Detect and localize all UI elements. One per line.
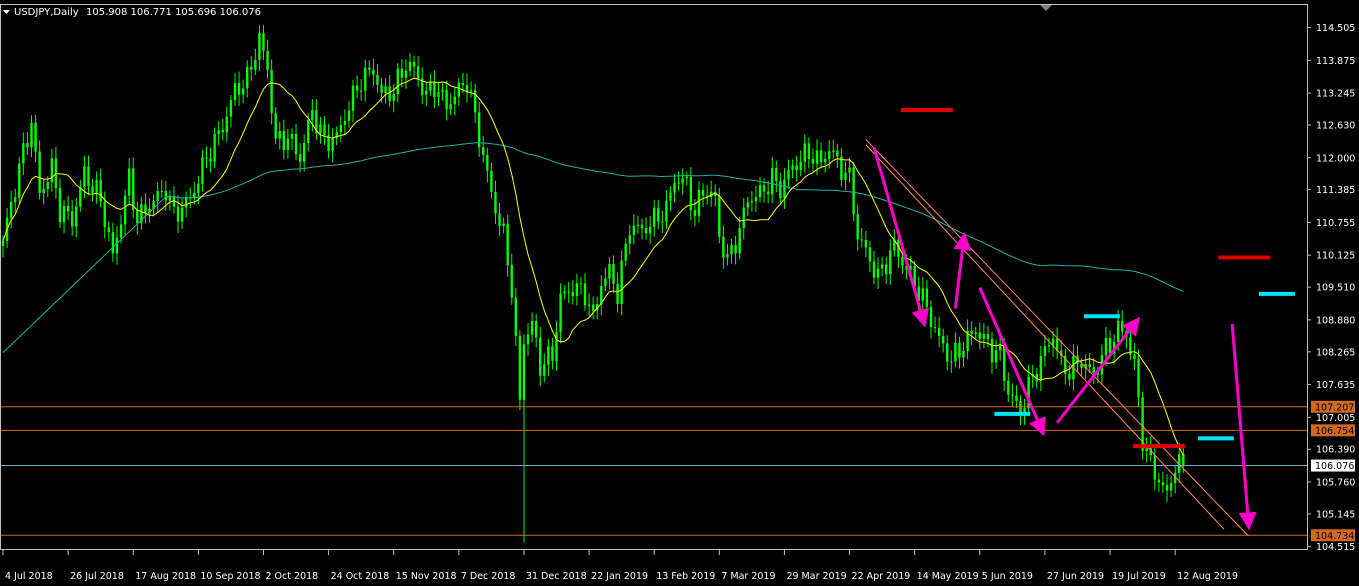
price-tick-label: 107.635 <box>1316 380 1355 391</box>
price-tick-label: 109.510 <box>1316 283 1355 294</box>
price-tick-label: 108.880 <box>1316 315 1355 326</box>
price-tick-label: 106.390 <box>1316 445 1355 456</box>
time-tick-label: 10 Sep 2018 <box>200 571 260 582</box>
level-price-tag: 106.754 <box>1311 424 1355 437</box>
candle <box>18 156 21 205</box>
candle <box>852 162 855 222</box>
chart-window[interactable]: 114.505 113.875 113.245 112.630 112.000 111.3… <box>0 0 1359 586</box>
chart-canvas[interactable]: 114.505 113.875 113.245 112.630 112.000 111.3… <box>0 0 1359 586</box>
price-tick-label: 110.755 <box>1316 218 1355 229</box>
time-tick-label: 17 Aug 2018 <box>135 571 196 582</box>
price-tick-label: 112.000 <box>1316 153 1355 164</box>
time-tick-label: 14 May 2019 <box>917 571 979 582</box>
candle <box>518 330 522 411</box>
time-tick-label: 5 Jun 2019 <box>982 571 1033 582</box>
time-tick-label: 24 Oct 2018 <box>331 571 390 582</box>
price-tick-label: 114.505 <box>1316 23 1355 34</box>
symbol-title: USDJPY,Daily <box>14 7 79 18</box>
level-price-tag: 104.734 <box>1311 529 1355 542</box>
symbol-header: USDJPY,Daily 105.908 106.771 105.696 106… <box>3 7 261 18</box>
price-tick-label: 113.245 <box>1316 89 1355 100</box>
time-tick-label: 22 Apr 2019 <box>852 571 911 582</box>
time-tick-label: 31 Dec 2018 <box>526 571 587 582</box>
time-tick-label: 13 Feb 2019 <box>656 571 715 582</box>
price-tick-label: 113.875 <box>1316 56 1355 67</box>
price-tick-label: 105.760 <box>1316 477 1355 488</box>
ohlc-readout: 105.908 106.771 105.696 106.076 <box>86 7 261 18</box>
price-tick-label: 111.385 <box>1316 185 1355 196</box>
time-tick-label: 12 Aug 2019 <box>1177 571 1238 582</box>
svg-text:106.076: 106.076 <box>1315 461 1354 472</box>
price-tick-label: 104.515 <box>1316 542 1355 553</box>
price-tick-label: 108.265 <box>1316 347 1355 358</box>
time-tick-label: 2 Oct 2018 <box>265 571 318 582</box>
price-tick-label: 112.630 <box>1316 121 1355 132</box>
time-tick-label: 22 Jan 2019 <box>591 571 648 582</box>
time-tick-label: 4 Jul 2018 <box>5 571 53 582</box>
time-tick-label: 19 Jul 2019 <box>1112 571 1166 582</box>
level-price-tag: 107.207 <box>1311 400 1355 413</box>
time-tick-label: 15 Nov 2018 <box>396 571 457 582</box>
price-tick-label: 107.005 <box>1316 413 1355 424</box>
price-tick-label: 110.125 <box>1316 251 1355 262</box>
svg-text:107.207: 107.207 <box>1315 402 1354 413</box>
price-tick-label: 105.145 <box>1316 509 1355 520</box>
time-tick-label: 7 Dec 2018 <box>461 571 516 582</box>
time-tick-label: 26 Jul 2018 <box>70 571 124 582</box>
time-tick-label: 29 Mar 2019 <box>786 571 846 582</box>
current-price-tag: 106.076 <box>1311 459 1355 472</box>
svg-text:104.734: 104.734 <box>1315 531 1354 542</box>
time-tick-label: 7 Mar 2019 <box>721 571 775 582</box>
svg-text:106.754: 106.754 <box>1315 426 1354 437</box>
time-tick-label: 27 Jun 2019 <box>1047 571 1104 582</box>
